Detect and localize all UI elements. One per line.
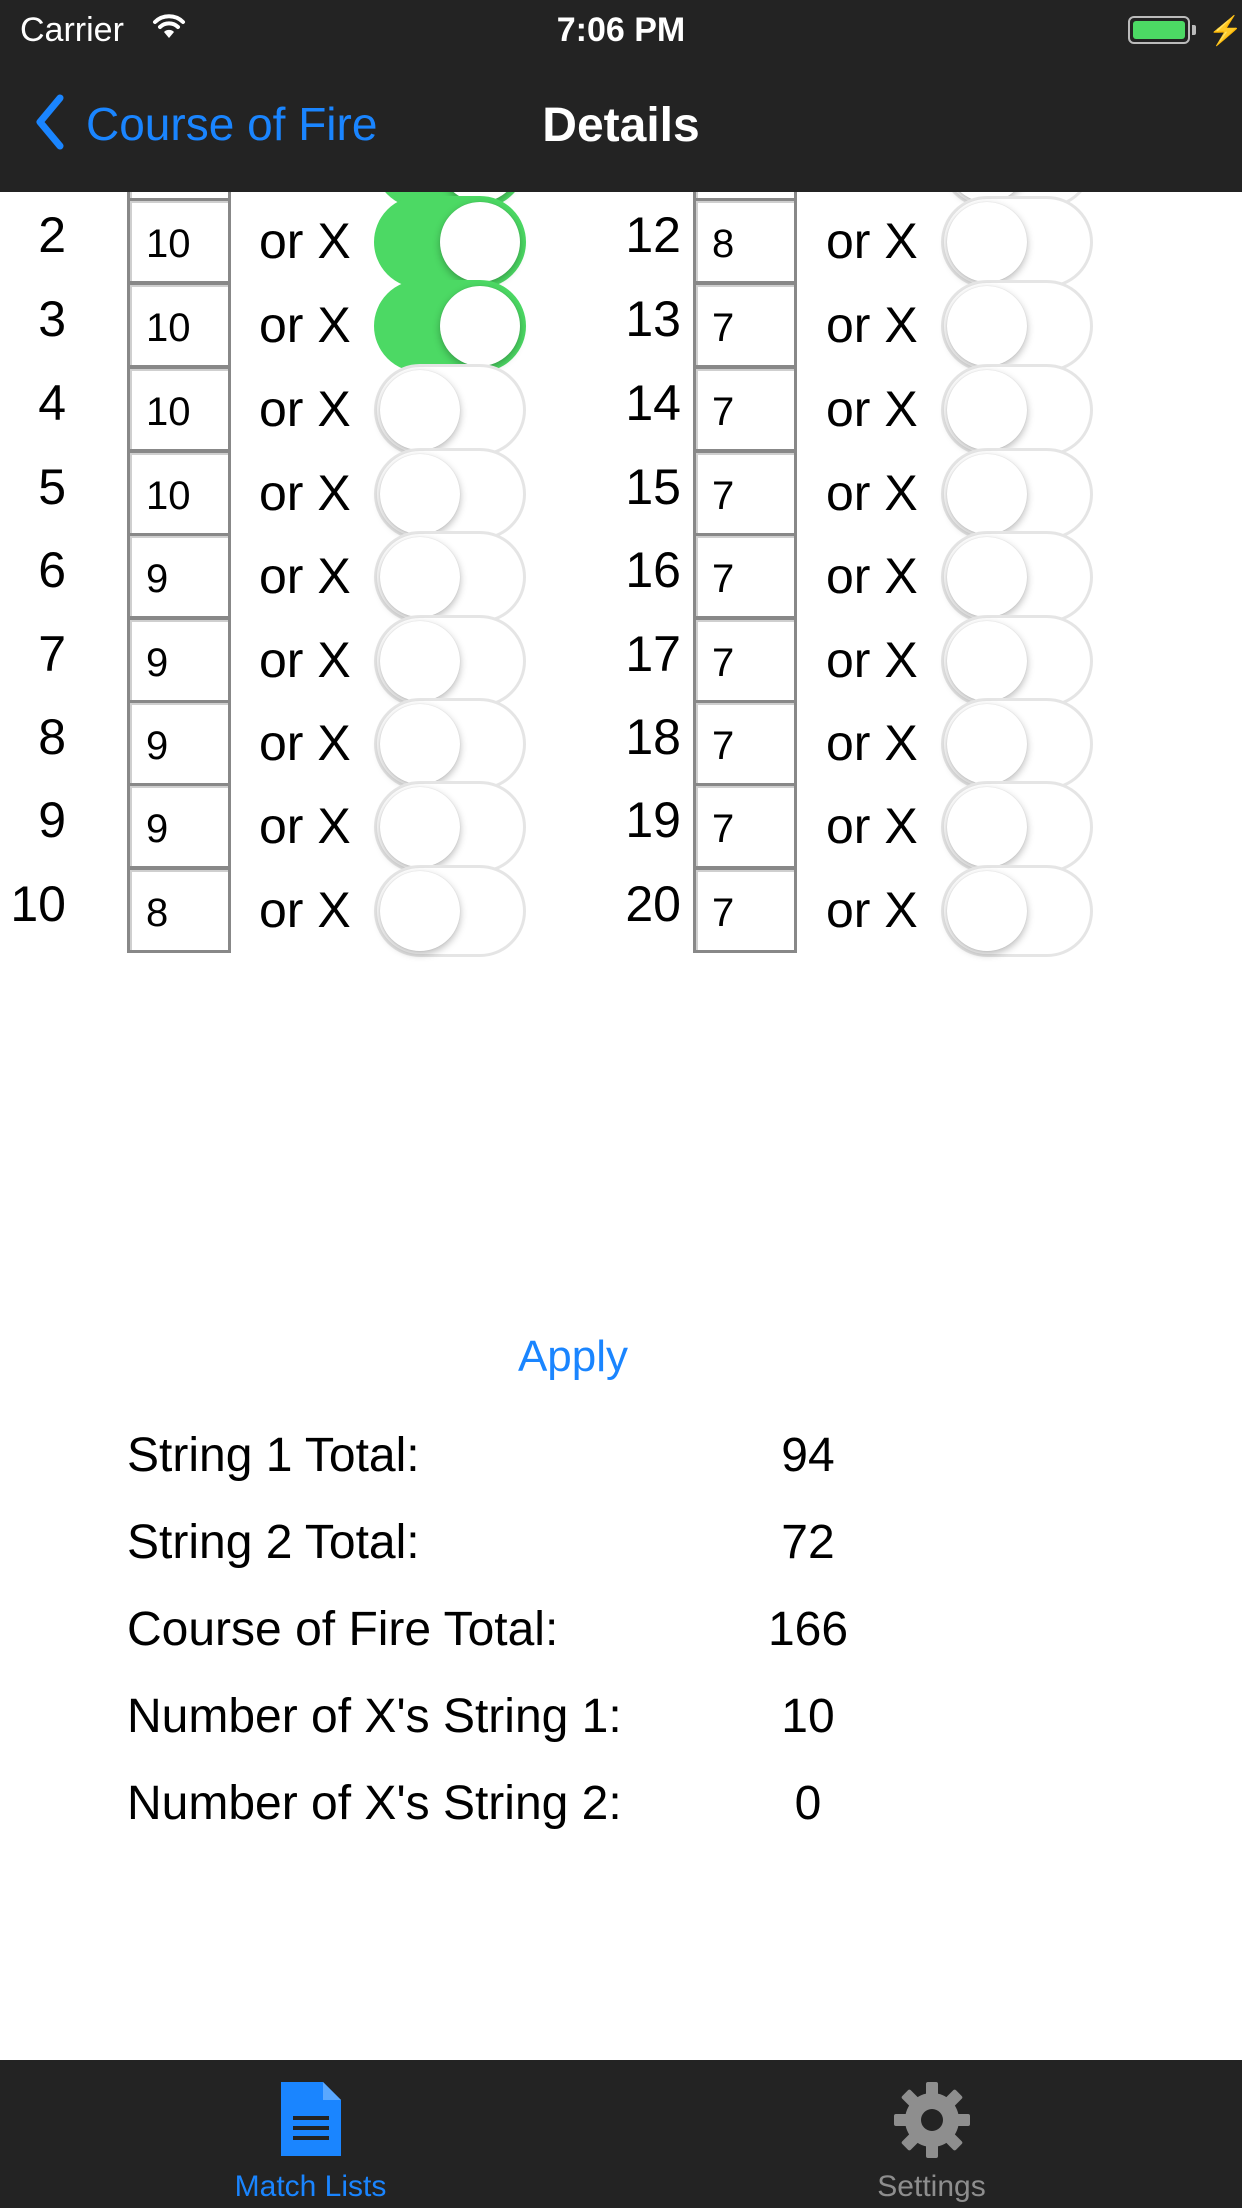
charging-icon: ⚡ xyxy=(1208,15,1242,46)
score-details: or X210or X310or X410or X510or X69or X79… xyxy=(0,192,1242,2060)
shot-score-input[interactable]: 7 xyxy=(693,700,797,786)
shot-number: 16 xyxy=(625,542,681,598)
navigation-bar: Course of Fire Details xyxy=(0,60,1242,192)
total-row-x-string1: Number of X's String 1: 10 xyxy=(127,1689,1027,1776)
toggle-knob xyxy=(947,787,1027,867)
string1-total-value: 94 xyxy=(781,1429,835,1482)
battery-tip xyxy=(1192,25,1196,35)
total-row-string2: String 2 Total: 72 xyxy=(127,1515,1027,1602)
shot-number: 15 xyxy=(625,459,681,515)
or-x-label: or X xyxy=(826,297,918,353)
toggle-knob xyxy=(947,454,1027,534)
or-x-label: or X xyxy=(826,715,918,771)
document-icon xyxy=(279,2080,343,2163)
shot-number: 14 xyxy=(625,375,681,431)
x-toggle[interactable] xyxy=(941,448,1093,540)
shot-number: 17 xyxy=(625,626,681,682)
shot-score-input[interactable]: 7 xyxy=(693,533,797,619)
toggle-knob xyxy=(947,537,1027,617)
shot-row: 20 7 or X xyxy=(0,863,1242,959)
shot-score-input[interactable]: 7 xyxy=(693,282,797,368)
tab-match-lists-label: Match Lists xyxy=(234,2170,387,2203)
shot-row: 12 8 or X xyxy=(0,194,1242,290)
string1-total-label: String 1 Total: xyxy=(127,1429,420,1482)
shot-row: 18 7 or X xyxy=(0,696,1242,792)
shot-number: 12 xyxy=(625,207,681,263)
totals-summary: String 1 Total: 94 String 2 Total: 72 Co… xyxy=(127,1428,1027,1863)
x-toggle[interactable] xyxy=(941,280,1093,372)
x-toggle[interactable] xyxy=(941,698,1093,790)
shot-score-input[interactable]: 7 xyxy=(693,617,797,703)
x-toggle[interactable] xyxy=(941,531,1093,623)
status-bar: Carrier 7:06 PM ⚡ xyxy=(0,0,1242,60)
shot-score-input[interactable]: 7 xyxy=(693,450,797,536)
tab-bar: Match Lists Settings xyxy=(0,2060,1242,2208)
shot-row: 19 7 or X xyxy=(0,779,1242,875)
shot-row: 14 7 or X xyxy=(0,362,1242,458)
x-toggle[interactable] xyxy=(941,196,1093,288)
apply-button[interactable]: Apply xyxy=(0,1332,1146,1382)
clock: 7:06 PM xyxy=(556,11,686,49)
toggle-knob xyxy=(947,871,1027,951)
total-row-string1: String 1 Total: 94 xyxy=(127,1428,1027,1515)
or-x-label: or X xyxy=(826,548,918,604)
or-x-label: or X xyxy=(826,213,918,269)
or-x-label: or X xyxy=(826,882,918,938)
battery-icon xyxy=(1128,16,1190,44)
x-toggle[interactable] xyxy=(941,781,1093,873)
course-total-value: 166 xyxy=(767,1603,849,1656)
total-row-x-string2: Number of X's String 2: 0 xyxy=(127,1776,1027,1863)
tab-settings[interactable]: Settings xyxy=(621,2060,1242,2208)
shot-row: 17 7 or X xyxy=(0,613,1242,709)
string2-total-label: String 2 Total: xyxy=(127,1516,420,1569)
or-x-label: or X xyxy=(826,632,918,688)
shot-score-input[interactable]: 7 xyxy=(693,366,797,452)
shot-row: 15 7 or X xyxy=(0,446,1242,542)
shot-number: 18 xyxy=(625,709,681,765)
shot-number: 13 xyxy=(625,291,681,347)
toggle-knob xyxy=(947,621,1027,701)
tab-match-lists[interactable]: Match Lists xyxy=(0,2060,621,2208)
or-x-label: or X xyxy=(826,798,918,854)
toggle-knob xyxy=(947,286,1027,366)
shot-score-input[interactable]: 7 xyxy=(693,783,797,869)
x-count-string2-label: Number of X's String 2: xyxy=(127,1777,622,1830)
shot-score-input[interactable]: 7 xyxy=(693,867,797,953)
toggle-knob xyxy=(947,704,1027,784)
shot-row: 13 7 or X xyxy=(0,278,1242,374)
toggle-knob xyxy=(947,202,1027,282)
x-toggle[interactable] xyxy=(941,615,1093,707)
tab-settings-label: Settings xyxy=(877,2170,986,2203)
or-x-label: or X xyxy=(826,381,918,437)
shot-score-input[interactable]: 8 xyxy=(693,198,797,284)
course-total-label: Course of Fire Total: xyxy=(127,1603,559,1656)
x-count-string1-value: 10 xyxy=(781,1690,835,1743)
x-toggle[interactable] xyxy=(941,364,1093,456)
page-title: Details xyxy=(542,99,700,152)
shot-number: 19 xyxy=(625,792,681,848)
total-row-course: Course of Fire Total: 166 xyxy=(127,1602,1027,1689)
toggle-knob xyxy=(947,370,1027,450)
x-count-string2-value: 0 xyxy=(794,1777,822,1830)
or-x-label: or X xyxy=(826,465,918,521)
string2-total-value: 72 xyxy=(781,1516,835,1569)
shot-row: 16 7 or X xyxy=(0,529,1242,625)
x-count-string1-label: Number of X's String 1: xyxy=(127,1690,622,1743)
shot-number: 20 xyxy=(625,876,681,932)
gear-icon xyxy=(892,2080,972,2165)
x-toggle[interactable] xyxy=(941,865,1093,957)
